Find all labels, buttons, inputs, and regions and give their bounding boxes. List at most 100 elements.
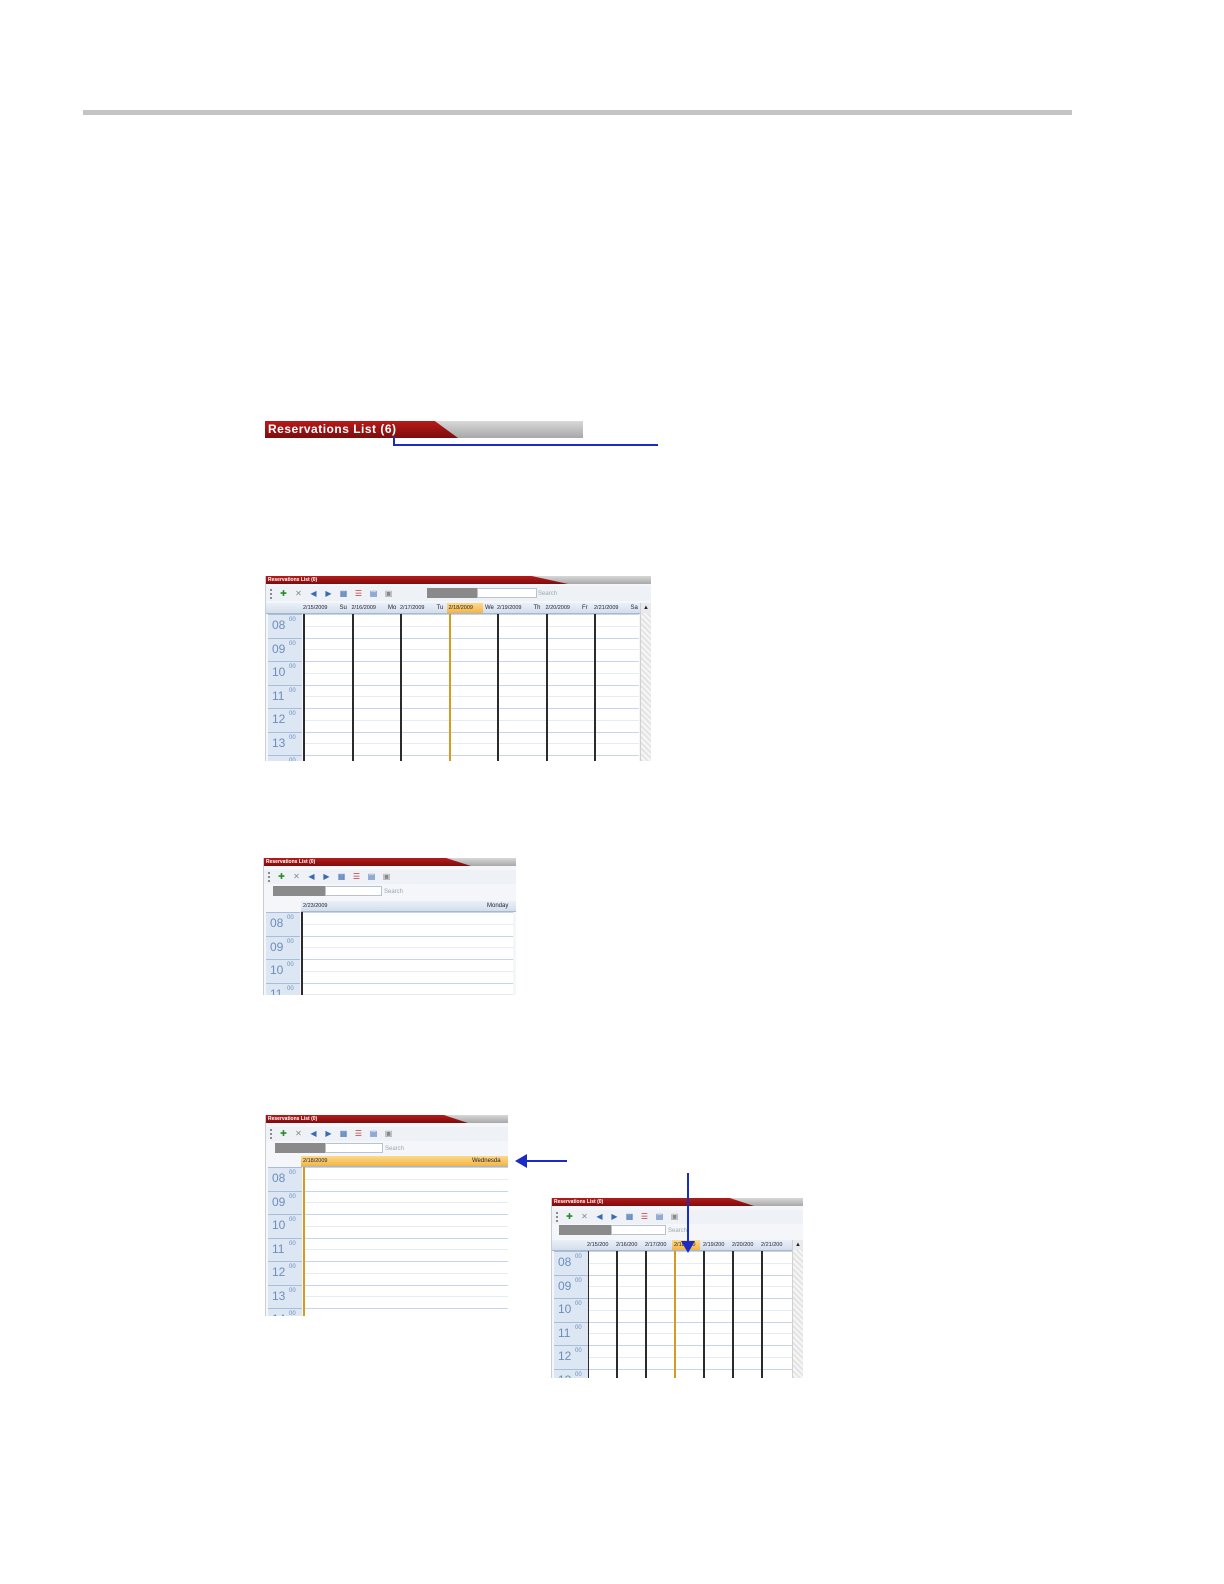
list-view-icon[interactable]: ▤ (654, 1212, 665, 1222)
week-day-date[interactable]: 2/17/200 (643, 1240, 671, 1250)
minute-label: 00 (287, 938, 294, 945)
search-scope[interactable] (559, 1225, 611, 1235)
week-day-date[interactable]: 2/21/200 (759, 1240, 787, 1250)
minute-label: 00 (575, 1277, 582, 1284)
week-day-date[interactable]: 2/17/2009 (398, 603, 435, 613)
minute-label: 00 (289, 640, 296, 647)
grid-line (303, 1296, 508, 1298)
day-view-icon[interactable]: ▦ (624, 1212, 635, 1222)
hour-label: 13 (272, 1288, 286, 1303)
day-name: Monday (487, 903, 509, 909)
hour-slot: 11 00 (266, 982, 300, 995)
minute-label: 00 (287, 962, 294, 968)
search-scope[interactable] (275, 1143, 325, 1153)
hour-slot: 11 00 (268, 1237, 302, 1262)
week-day-date[interactable]: 2/16/2009 (350, 603, 387, 613)
panel-title: Reservations List (0) (266, 1115, 468, 1123)
week-day-date[interactable]: 2/15/200 (585, 1240, 613, 1250)
minute-label: 00 (289, 711, 296, 717)
panel-title-bar: Reservations List (0) (266, 576, 651, 584)
toolbar-grip[interactable] (270, 588, 274, 599)
week-day-date[interactable]: 2/20/2009 (544, 603, 581, 613)
day-grid[interactable] (301, 912, 513, 995)
week-day-date[interactable]: 2/15/2009 (301, 603, 338, 613)
scroll-up-arrow-icon[interactable]: ▲ (793, 1240, 803, 1250)
new-reservation-icon[interactable]: ✚ (276, 872, 287, 882)
previous-icon[interactable]: ◀ (308, 1129, 319, 1139)
week-day-header: 2/15/200 2/16/200 2/17/200 2/18/200 2/19/200… (552, 1240, 792, 1251)
new-reservation-icon[interactable]: ✚ (278, 589, 289, 599)
week-day-date[interactable]: 2/20/200 (730, 1240, 758, 1250)
list-view-icon[interactable]: ▤ (368, 1129, 379, 1139)
hour-label: 11 (272, 688, 285, 703)
new-reservation-icon[interactable]: ✚ (564, 1212, 575, 1222)
week-day-date[interactable]: 2/16/200 (614, 1240, 642, 1250)
search-input[interactable] (611, 1225, 666, 1235)
week-day-date[interactable]: 2/21/2009 (592, 603, 629, 613)
page-top-rule (83, 110, 1072, 115)
previous-icon[interactable]: ◀ (306, 872, 317, 882)
reservations-list-title-bar: Reservations List (6) (265, 421, 583, 438)
week-day-date[interactable]: 2/18/2009 (446, 603, 483, 613)
today-icon[interactable]: ▣ (383, 589, 394, 599)
hour-label: 11 (558, 1325, 571, 1340)
toolbar-grip[interactable] (268, 872, 272, 882)
reservations-list-title: Reservations List (6) (265, 421, 458, 438)
week-view-icon[interactable]: ☰ (353, 589, 364, 599)
previous-icon[interactable]: ◀ (308, 589, 319, 599)
hour-label: 08 (272, 618, 286, 632)
today-icon[interactable]: ▣ (383, 1129, 394, 1139)
vertical-scrollbar[interactable]: ▲ (792, 1240, 803, 1378)
today-icon[interactable]: ▣ (669, 1212, 680, 1222)
day-view-icon[interactable]: ▦ (336, 872, 347, 882)
grid-line (301, 912, 513, 913)
next-icon[interactable]: ▶ (323, 589, 334, 599)
grid-line (303, 1249, 508, 1251)
hour-label: 12 (272, 712, 286, 726)
scroll-up-arrow-icon[interactable]: ▲ (641, 603, 651, 613)
minute-label: 00 (289, 1240, 296, 1247)
next-icon[interactable]: ▶ (609, 1212, 620, 1222)
grid-line (303, 1178, 508, 1180)
search-input[interactable] (325, 1143, 383, 1153)
delete-icon[interactable]: ✕ (579, 1212, 590, 1222)
time-column: 0800090010001100120013001400 (268, 614, 302, 761)
week-day-date[interactable]: 2/19/200 (701, 1240, 729, 1250)
search-scope[interactable] (273, 886, 325, 896)
week-view-icon[interactable]: ☰ (353, 1129, 364, 1139)
toolbar: ✚ ✕ ◀ ▶ ▦ ☰ ▤ ▣ (264, 870, 516, 884)
search-input[interactable] (477, 588, 537, 598)
hour-slot: 09 00 (268, 1190, 302, 1215)
toolbar-grip[interactable] (556, 1212, 560, 1222)
day-column-divider (497, 614, 499, 761)
next-icon[interactable]: ▶ (321, 872, 332, 882)
search-input[interactable] (325, 886, 382, 896)
list-view-icon[interactable]: ▤ (368, 589, 379, 599)
week-day-name: Sa (630, 605, 638, 611)
callout-line (393, 444, 658, 446)
day-view-icon[interactable]: ▦ (338, 589, 349, 599)
week-grid[interactable] (303, 614, 639, 761)
week-view-icon[interactable]: ☰ (351, 872, 362, 882)
grid-line (303, 1202, 508, 1204)
vertical-scrollbar[interactable]: ▲ (640, 603, 651, 761)
day-view-icon[interactable]: ▦ (338, 1129, 349, 1139)
previous-icon[interactable]: ◀ (594, 1212, 605, 1222)
hour-slot: 11 00 (268, 684, 302, 709)
week-grid[interactable] (587, 1251, 792, 1378)
next-icon[interactable]: ▶ (323, 1129, 334, 1139)
toolbar-grip[interactable] (270, 1129, 274, 1139)
week-day-date[interactable]: 2/19/2009 (495, 603, 532, 613)
today-grid[interactable] (303, 1167, 508, 1316)
delete-icon[interactable]: ✕ (293, 589, 304, 599)
today-icon[interactable]: ▣ (381, 872, 392, 882)
search-scope[interactable] (427, 588, 477, 598)
minute-label: 00 (289, 617, 296, 623)
time-column: 0800090010001100120013001400 (268, 1167, 302, 1316)
minute-label: 00 (289, 687, 296, 694)
week-view-icon[interactable]: ☰ (639, 1212, 650, 1222)
list-view-icon[interactable]: ▤ (366, 872, 377, 882)
new-reservation-icon[interactable]: ✚ (278, 1129, 289, 1139)
delete-icon[interactable]: ✕ (291, 872, 302, 882)
delete-icon[interactable]: ✕ (293, 1129, 304, 1139)
